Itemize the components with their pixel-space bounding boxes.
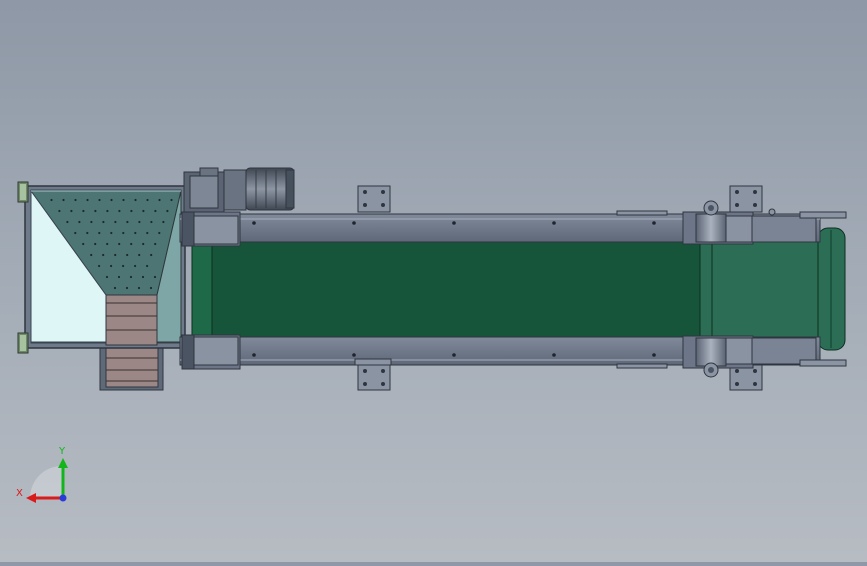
perforation-hole (94, 242, 97, 246)
perforation-hole (110, 264, 113, 268)
mounting-foot-top-right (729, 185, 763, 213)
rail-bolt (352, 353, 356, 357)
perforation-hole (117, 275, 121, 279)
feed-hopper (17, 181, 186, 354)
perforation-hole (82, 209, 85, 213)
perforation-hole (130, 242, 133, 246)
perforation-hole (122, 264, 125, 268)
mounting-foot-bottom-left (357, 363, 391, 391)
perforation-hole (146, 231, 149, 235)
rail-bolt (252, 221, 256, 225)
rail-bolt (252, 353, 256, 357)
perforation-hole (102, 220, 105, 224)
perforation-hole (98, 264, 101, 268)
hopper-bracket-bottom (17, 332, 29, 354)
perforation-hole (114, 220, 117, 224)
perforation-hole (74, 231, 77, 235)
mounting-foot-top-left (357, 185, 391, 213)
perforation-hole (126, 253, 129, 257)
rail-bolt (452, 221, 456, 225)
assembly-drawing: Y X (16, 167, 847, 503)
perforation-hole (50, 198, 53, 202)
rail-bolt (352, 221, 356, 225)
perforation-hole (74, 198, 77, 202)
x-axis-label: X (16, 488, 23, 499)
perforation-hole (86, 231, 89, 235)
triad-plane (30, 466, 62, 498)
perforation-hole (98, 198, 101, 202)
drive-motor (183, 167, 295, 213)
drive-end-housing-bottom (181, 334, 241, 370)
perforation-hole (149, 286, 153, 290)
perforation-hole (158, 198, 161, 202)
perforation-hole (106, 242, 109, 246)
perforation-hole (142, 242, 145, 246)
rail-bolt (552, 353, 556, 357)
perforation-hole (110, 198, 113, 202)
coordinate-triad: Y X (16, 446, 68, 503)
perforation-hole (98, 231, 101, 235)
perforation-hole (162, 220, 165, 224)
hopper-bracket-top (17, 181, 29, 203)
perforation-hole (82, 242, 85, 246)
perforation-hole (118, 242, 121, 246)
perforation-hole (122, 231, 125, 235)
perforation-hole (122, 198, 125, 202)
perforation-hole (66, 220, 69, 224)
perforation-hole (150, 220, 153, 224)
perforation-hole (146, 264, 149, 268)
perforation-hole (154, 209, 157, 213)
perforation-hole (118, 209, 121, 213)
perforation-hole (134, 231, 137, 235)
perforation-hole (70, 209, 73, 213)
perforation-hole (154, 242, 157, 246)
rail-tab-bottom-left (354, 358, 392, 366)
perforation-hole (114, 253, 117, 257)
perforation-hole (137, 286, 141, 290)
perforation-hole (105, 275, 109, 279)
perforation-hole (134, 264, 137, 268)
perforation-hole (130, 209, 133, 213)
perforation-hole (134, 198, 137, 202)
perforation-hole (110, 231, 113, 235)
perforation-hole (102, 253, 105, 257)
drive-end-housing-top (181, 211, 241, 247)
perforation-hole (126, 220, 129, 224)
rail-bolt (652, 353, 656, 357)
perforation-hole (138, 253, 141, 257)
perforation-hole (141, 275, 145, 279)
rail-bolt (552, 221, 556, 225)
perforation-hole (129, 275, 133, 279)
perforation-hole (146, 198, 149, 202)
conveyor-belt (191, 227, 846, 351)
perforation-hole (106, 209, 109, 213)
perforation-hole (113, 286, 117, 290)
perforation-hole (62, 198, 65, 202)
rail-bolt (452, 353, 456, 357)
perforation-hole (90, 253, 93, 257)
perforation-hole (94, 209, 97, 213)
cad-viewport[interactable]: Y X (0, 0, 867, 562)
y-axis-label: Y (58, 446, 66, 457)
perforation-hole (153, 275, 157, 279)
perforation-hole (150, 253, 153, 257)
perforation-hole (158, 231, 161, 235)
perforation-hole (138, 220, 141, 224)
y-axis-arrow (58, 458, 68, 468)
perforation-hole (125, 286, 129, 290)
rail-bolt (652, 221, 656, 225)
rail-tab-top (616, 210, 668, 216)
perforation-hole (170, 198, 173, 202)
perforation-hole (90, 220, 93, 224)
perforation-hole (142, 209, 145, 213)
perforation-hole (78, 220, 81, 224)
perforation-hole (86, 198, 89, 202)
rail-tab-bottom (616, 363, 668, 369)
z-axis-point (59, 494, 67, 502)
discharge-chute-lower (99, 344, 164, 391)
perforation-hole (58, 209, 61, 213)
perforation-hole (166, 209, 169, 213)
